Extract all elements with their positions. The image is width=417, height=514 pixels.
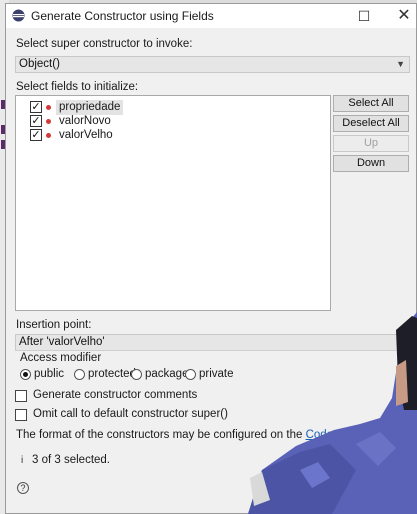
checkbox[interactable] xyxy=(15,409,27,421)
chevron-down-icon: ▼ xyxy=(396,337,405,347)
insertion-point-value: After 'valorVelho' xyxy=(19,336,105,348)
field-name: valorVelho xyxy=(59,129,113,141)
field-checkbox[interactable]: ✓ xyxy=(30,129,42,141)
help-button[interactable]: ? xyxy=(17,482,29,494)
field-name: propriedade xyxy=(56,100,124,115)
private-field-icon xyxy=(46,119,51,124)
private-field-icon xyxy=(46,105,51,110)
radio-button[interactable] xyxy=(74,369,85,380)
up-button[interactable]: Up xyxy=(333,135,409,152)
template-note: The format of the constructors may be co… xyxy=(16,429,402,441)
super-constructor-select[interactable]: Object() ▼ xyxy=(15,56,410,73)
generate-comments-label: Generate constructor comments xyxy=(33,389,198,401)
select-all-button[interactable]: Select All xyxy=(333,95,409,112)
code-templates-link[interactable]: Code Templates xyxy=(306,429,389,441)
super-constructor-value: Object() xyxy=(19,58,60,70)
insertion-point-select[interactable]: After 'valorVelho' ▼ xyxy=(15,334,410,351)
title-bar[interactable]: Generate Constructor using Fields ☐ ✕ xyxy=(6,4,416,28)
super-constructor-label: Select super constructor to invoke: xyxy=(16,38,193,50)
radio-button[interactable] xyxy=(131,369,142,380)
deselect-all-button[interactable]: Deselect All xyxy=(333,115,409,132)
dialog-title: Generate Constructor using Fields xyxy=(31,9,214,23)
access-modifier-label: Access modifier xyxy=(20,352,102,364)
fields-label: Select fields to initialize: xyxy=(16,81,139,93)
info-icon: i xyxy=(21,455,24,466)
radio-label: package xyxy=(145,368,189,380)
fields-list[interactable]: ✓ propriedade ✓ valorNovo ✓ valorVelho xyxy=(15,95,331,311)
checkbox[interactable] xyxy=(15,390,27,402)
template-note-text: The format of the constructors may be co… xyxy=(16,429,303,441)
omit-super-label: Omit call to default constructor super() xyxy=(33,408,228,420)
down-button[interactable]: Down xyxy=(333,155,409,172)
field-checkbox[interactable]: ✓ xyxy=(30,115,42,127)
selection-status: 3 of 3 selected. xyxy=(32,454,110,466)
field-name: valorNovo xyxy=(59,115,111,127)
radio-label: protected xyxy=(88,368,136,380)
radio-button[interactable] xyxy=(185,369,196,380)
chevron-down-icon: ▼ xyxy=(396,59,405,69)
field-checkbox[interactable]: ✓ xyxy=(30,101,42,113)
insertion-point-label: Insertion point: xyxy=(16,319,92,331)
eclipse-app-icon xyxy=(12,9,25,22)
close-button[interactable]: ✕ xyxy=(390,6,416,26)
private-field-icon xyxy=(46,133,51,138)
radio-button[interactable] xyxy=(20,369,31,380)
template-note-suffix: pr xyxy=(391,429,402,441)
radio-label: public xyxy=(34,368,65,380)
generate-constructor-dialog: Generate Constructor using Fields ☐ ✕ Se… xyxy=(5,3,417,514)
access-modifier-group xyxy=(15,350,410,351)
radio-label: private xyxy=(199,368,234,380)
maximize-button[interactable]: ☐ xyxy=(350,6,378,26)
